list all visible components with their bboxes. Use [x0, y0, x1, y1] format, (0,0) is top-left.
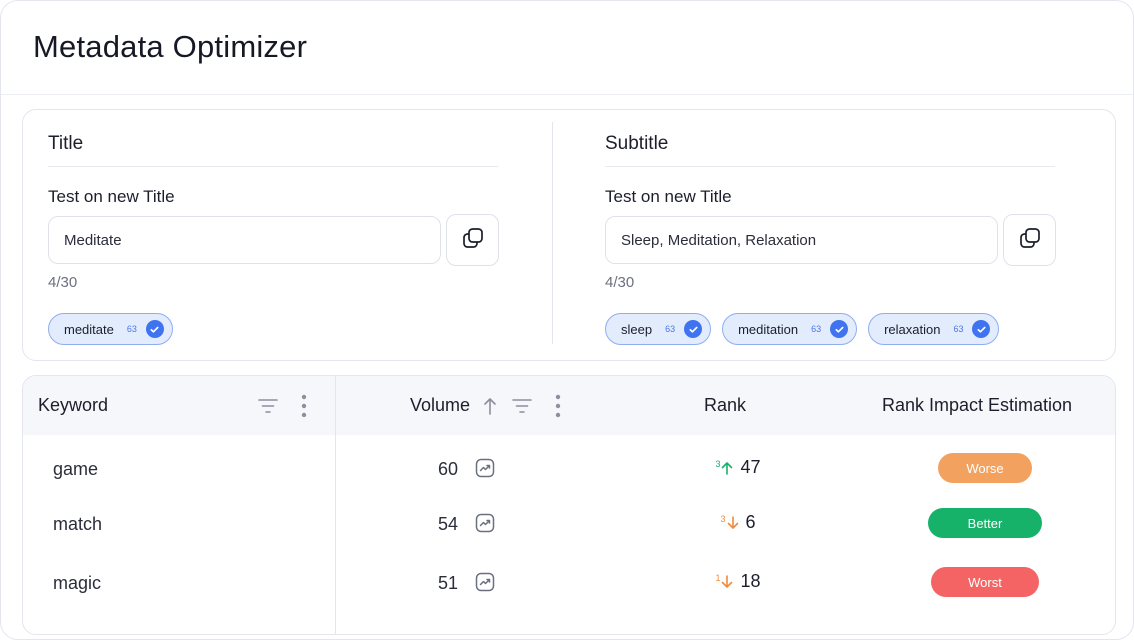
rank-value: 47 [740, 457, 761, 477]
title-copy-button[interactable] [446, 214, 499, 266]
page-title: Metadata Optimizer [33, 29, 308, 64]
impact-badge: Worst [931, 567, 1039, 597]
rank-delta: 3 [715, 458, 721, 469]
subtitle-input[interactable]: Sleep, Meditation, Relaxation [605, 216, 998, 264]
header-divider [1, 94, 1133, 95]
arrow-down-icon [721, 574, 733, 589]
more-vertical-icon[interactable] [298, 393, 310, 424]
copy-icon [1018, 226, 1042, 255]
subtitle-copy-button[interactable] [1003, 214, 1056, 266]
table-row[interactable]: match 54 3 6 Better [23, 496, 1115, 552]
subtitle-char-counter: 4/30 [605, 274, 635, 291]
keyword-cell: match [53, 514, 103, 534]
check-circle-icon [145, 320, 164, 338]
title-char-counter: 4/30 [48, 274, 78, 291]
rank-cell: 1 18 [693, 571, 783, 592]
table-row[interactable]: magic 51 1 18 Worst [23, 554, 1115, 610]
check-circle-icon [684, 320, 703, 338]
rank-value: 18 [740, 571, 761, 591]
header-rank: Rank [704, 395, 747, 415]
arrow-down-icon [727, 515, 739, 530]
subtitle-heading-rule [605, 166, 1055, 167]
volume-cell: 54 [437, 514, 458, 534]
rank-cell: 3 6 [693, 512, 783, 533]
rank-value: 6 [745, 512, 756, 532]
filter-icon[interactable] [257, 397, 279, 420]
title-column: Title Test on new Title Meditate 4/30 me… [48, 110, 499, 360]
metadata-panel: Title Test on new Title Meditate 4/30 me… [22, 109, 1116, 361]
more-vertical-icon[interactable] [552, 393, 564, 424]
copy-icon [461, 226, 485, 255]
arrow-up-icon [721, 461, 733, 475]
keyword-cell: magic [53, 573, 102, 593]
trend-chart-icon[interactable] [475, 513, 495, 538]
table-row[interactable]: game 60 3 47 Worse [23, 440, 1115, 496]
volume-cell: 51 [437, 573, 458, 593]
sort-ascending-icon[interactable] [483, 396, 497, 421]
title-field-label: Test on new Title [48, 187, 175, 206]
title-heading: Title [48, 133, 84, 154]
check-circle-icon [972, 320, 991, 338]
metadata-optimizer-card: Metadata Optimizer Title Test on new Tit… [0, 0, 1134, 640]
rank-cell: 3 47 [693, 457, 783, 478]
rank-delta: 3 [720, 513, 726, 524]
chip-label: sleep [621, 321, 653, 337]
header-keyword: Keyword [38, 395, 109, 415]
trend-chart-icon[interactable] [475, 572, 495, 597]
chip-label: relaxation [884, 321, 941, 337]
check-circle-icon [830, 320, 849, 338]
keyword-chip[interactable]: sleep 63 [605, 313, 712, 345]
keyword-chip[interactable]: meditate 63 [48, 313, 173, 345]
chip-label: meditation [738, 321, 799, 337]
filter-icon[interactable] [511, 397, 533, 420]
keyword-chip[interactable]: meditation 63 [722, 313, 858, 345]
title-input[interactable]: Meditate [48, 216, 441, 264]
chip-count: 63 [953, 324, 964, 334]
keyword-cell: game [53, 459, 99, 479]
volume-cell: 60 [437, 459, 458, 479]
title-keyword-chips: meditate 63 [48, 313, 173, 345]
subtitle-column: Subtitle Test on new Title Sleep, Medita… [605, 110, 1056, 360]
header-volume[interactable]: Volume [410, 395, 470, 416]
column-divider [552, 122, 553, 344]
chip-label: meditate [64, 321, 114, 337]
header-rank-impact: Rank Impact Estimation [882, 395, 1073, 415]
title-heading-rule [48, 166, 498, 167]
chip-count: 63 [811, 324, 822, 334]
keyword-chip[interactable]: relaxation 63 [868, 313, 1000, 345]
subtitle-keyword-chips: sleep 63 meditation 63 relaxation 63 [605, 313, 1000, 345]
rank-delta: 1 [715, 572, 721, 583]
subtitle-field-label: Test on new Title [605, 187, 732, 206]
subtitle-heading: Subtitle [605, 133, 669, 154]
impact-badge: Better [928, 508, 1042, 538]
impact-badge: Worse [938, 453, 1032, 483]
trend-chart-icon[interactable] [475, 458, 495, 483]
chip-count: 63 [665, 324, 676, 334]
chip-count: 63 [126, 324, 137, 334]
keyword-table: Keyword Volume Rank Rank Impact Estimati… [22, 375, 1116, 635]
